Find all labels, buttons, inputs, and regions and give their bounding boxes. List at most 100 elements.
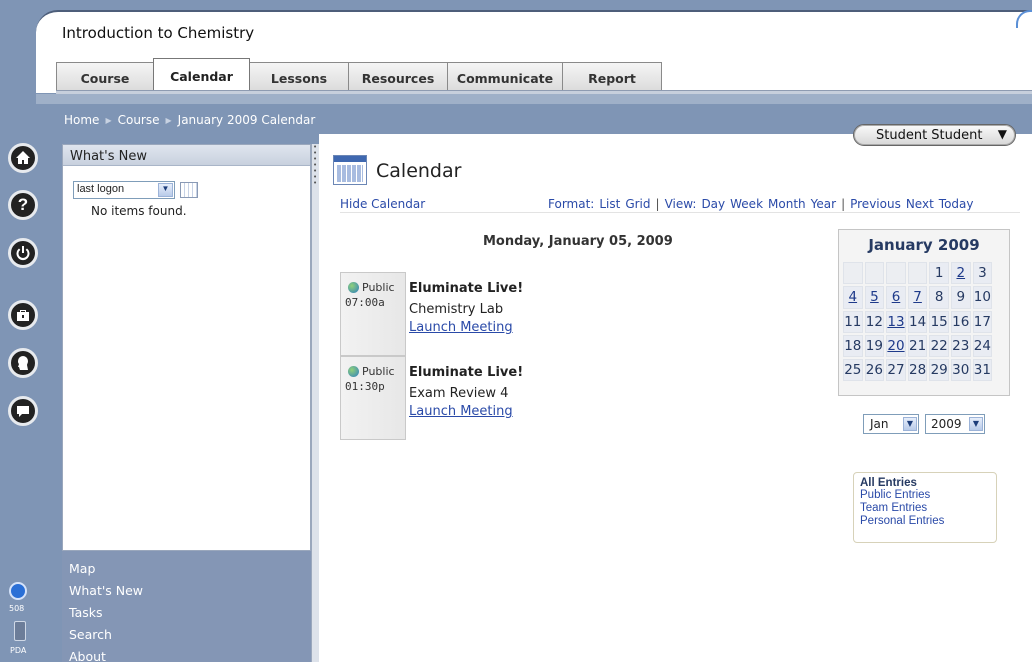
mini-calendar-day: 27 — [886, 359, 906, 382]
chat-bubble-icon — [17, 406, 29, 417]
chevron-down-icon[interactable]: ▼ — [969, 417, 983, 431]
tab-communicate[interactable]: Communicate — [447, 62, 563, 90]
mini-calendar-day[interactable]: 2 — [950, 262, 971, 285]
panel-splitter[interactable]: • • • • • • • — [311, 144, 319, 662]
view-year-link[interactable]: Year — [811, 197, 836, 211]
briefcase-button[interactable] — [8, 300, 38, 330]
event-title[interactable]: Eluminate Live! — [409, 365, 523, 380]
mini-calendar-day[interactable]: 20 — [886, 334, 906, 358]
event-visibility: Public — [362, 281, 395, 294]
mini-calendar-day: 19 — [864, 334, 885, 358]
nav-whats-new[interactable]: What's New — [69, 580, 311, 602]
accessibility-icon[interactable] — [9, 582, 27, 600]
whats-new-filter-select[interactable]: last logon ▼ — [73, 181, 175, 199]
mini-calendar-day: 11 — [843, 310, 863, 333]
breadcrumb-arrow-icon: ▶ — [105, 115, 112, 125]
month-select[interactable]: Jan ▼ — [863, 414, 919, 434]
breadcrumb-course[interactable]: Course — [118, 113, 160, 127]
nav-tasks[interactable]: Tasks — [69, 602, 311, 624]
pda-icon[interactable] — [14, 621, 26, 641]
mini-calendar-day[interactable]: 4 — [843, 286, 863, 309]
user-menu-button[interactable]: Student Student ▼ — [853, 124, 1016, 146]
tab-bar: Course Calendar Lessons Resources Commun… — [56, 58, 662, 90]
calendar-toolbar: Format: List Grid | View: Day Week Month… — [548, 197, 974, 211]
mini-calendar-day[interactable]: 13 — [886, 310, 906, 333]
calendar-icon — [333, 155, 367, 185]
format-list-link[interactable]: List — [599, 197, 620, 211]
globe-icon — [348, 366, 359, 377]
logout-button[interactable] — [8, 238, 38, 268]
pda-label: PDA — [10, 646, 27, 655]
breadcrumb-home[interactable]: Home — [64, 113, 99, 127]
launch-meeting-link[interactable]: Launch Meeting — [409, 320, 513, 335]
view-month-link[interactable]: Month — [768, 197, 806, 211]
breadcrumb-arrow-icon: ▶ — [165, 115, 172, 125]
mini-calendar-day: 14 — [907, 310, 928, 333]
mini-calendar-day: 25 — [843, 359, 863, 382]
mini-calendar-day[interactable]: 7 — [907, 286, 928, 309]
mini-calendar-day: 17 — [972, 310, 993, 333]
event-visibility: Public — [362, 365, 395, 378]
chevron-down-icon[interactable]: ▼ — [158, 183, 173, 197]
tab-resources[interactable]: Resources — [348, 62, 448, 90]
home-button[interactable] — [8, 143, 38, 173]
event-title[interactable]: Eluminate Live! — [409, 281, 523, 296]
view-week-link[interactable]: Week — [730, 197, 763, 211]
calendar-picker-icon[interactable] — [180, 182, 198, 198]
event-subtitle: Exam Review 4 — [409, 386, 509, 401]
nav-about[interactable]: About — [69, 646, 311, 662]
home-icon — [16, 151, 30, 164]
launch-meeting-link[interactable]: Launch Meeting — [409, 404, 513, 419]
nav-map[interactable]: Map — [69, 558, 311, 580]
mini-calendar-day: 26 — [864, 359, 885, 382]
help-icon: ? — [17, 195, 29, 214]
whats-new-filter-value: last logon — [77, 183, 125, 195]
filter-team-entries[interactable]: Team Entries — [860, 502, 996, 515]
breadcrumb-current: January 2009 Calendar — [177, 113, 316, 127]
mini-calendar-day: 18 — [843, 334, 863, 358]
format-grid-link[interactable]: Grid — [625, 197, 650, 211]
mini-calendar-empty-cell — [843, 262, 863, 285]
mini-calendar-day: 24 — [972, 334, 993, 358]
tab-calendar[interactable]: Calendar — [153, 58, 250, 90]
view-day-link[interactable]: Day — [701, 197, 725, 211]
help-button[interactable]: ? — [8, 190, 38, 220]
year-select[interactable]: 2009 ▼ — [925, 414, 985, 434]
tab-report[interactable]: Report — [562, 62, 662, 90]
mini-calendar-day: 9 — [950, 286, 971, 309]
filter-all-entries[interactable]: All Entries — [860, 477, 996, 489]
profile-button[interactable] — [8, 348, 38, 378]
tab-lessons[interactable]: Lessons — [249, 62, 349, 90]
event-item: Public 07:00a Eluminate Live! Chemistry … — [340, 272, 570, 356]
mini-calendar-day: 31 — [972, 359, 993, 382]
today-link[interactable]: Today — [939, 197, 974, 211]
globe-icon — [348, 282, 359, 293]
breadcrumb: Home ▶ Course ▶ January 2009 Calendar — [64, 113, 315, 127]
format-label: Format: — [548, 197, 595, 211]
chat-button[interactable] — [8, 396, 38, 426]
mini-calendar-empty-cell — [907, 262, 928, 285]
nav-search[interactable]: Search — [69, 624, 311, 646]
event-time: 07:00a — [345, 296, 385, 309]
hide-calendar-link[interactable]: Hide Calendar — [340, 197, 425, 211]
mini-calendar-day: 28 — [907, 359, 928, 382]
year-select-value: 2009 — [931, 417, 962, 431]
day-heading: Monday, January 05, 2009 — [483, 234, 673, 249]
filter-public-entries[interactable]: Public Entries — [860, 489, 996, 502]
mini-calendar-day: 3 — [972, 262, 993, 285]
event-item: Public 01:30p Eluminate Live! Exam Revie… — [340, 356, 570, 440]
mini-calendar-day[interactable]: 5 — [864, 286, 885, 309]
briefcase-icon — [17, 310, 29, 321]
mini-calendar-day: 15 — [929, 310, 949, 333]
chevron-down-icon[interactable]: ▼ — [903, 417, 917, 431]
accessibility-label: 508 — [9, 604, 25, 613]
mini-calendar-day: 16 — [950, 310, 971, 333]
toolbar-separator: | — [841, 197, 846, 211]
filter-personal-entries[interactable]: Personal Entries — [860, 515, 996, 528]
month-select-value: Jan — [870, 417, 889, 431]
next-link[interactable]: Next — [906, 197, 934, 211]
tab-course[interactable]: Course — [56, 62, 154, 90]
mini-calendar-day: 8 — [929, 286, 949, 309]
mini-calendar-day[interactable]: 6 — [886, 286, 906, 309]
previous-link[interactable]: Previous — [850, 197, 901, 211]
